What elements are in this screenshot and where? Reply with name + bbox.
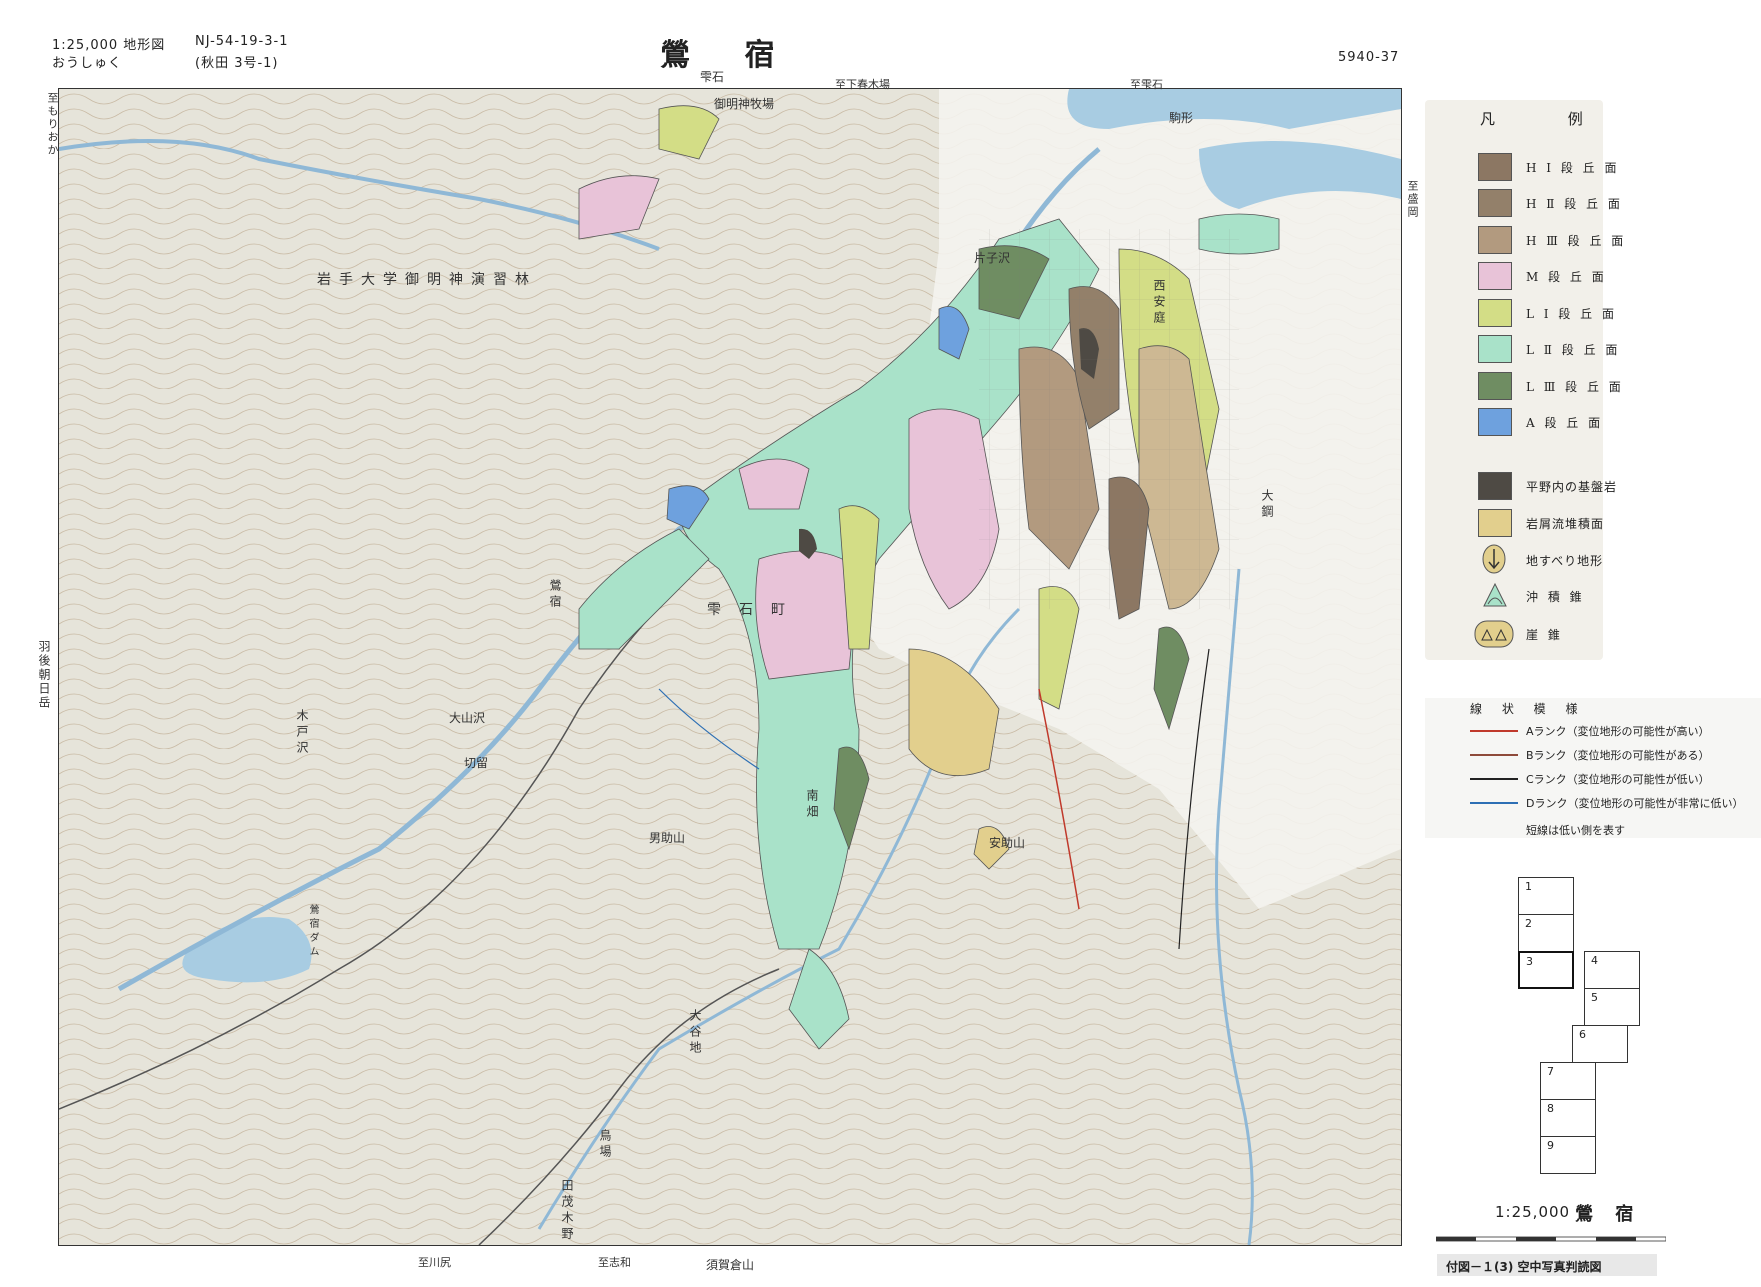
place-stream-1: 大山沢 (449, 711, 486, 725)
map-scale-label: 1:25,000 地形図 (52, 38, 166, 53)
place-mountain-2: 安助山 (989, 836, 1026, 850)
place-south: 南畑 (805, 789, 819, 821)
edge-top-mid: 至下春木場 (835, 78, 890, 91)
legend-swatch-a (1478, 408, 1512, 436)
map-canvas (58, 89, 1401, 1246)
talus-cone-icon (1474, 620, 1514, 652)
place-area-1: 切留 (464, 756, 489, 770)
lineament-note: 短線は低い側を表す (1526, 824, 1625, 837)
index-cell-8[interactable]: 8 (1540, 1099, 1596, 1137)
footer-scale: 1:25,000 (1495, 1203, 1571, 1221)
place-village: 鶯宿 (548, 579, 562, 611)
edge-top-right: 至雫石 (1130, 78, 1163, 91)
scale-bar (1435, 1228, 1667, 1242)
lineament-swatch-c (1470, 778, 1518, 780)
place-lake: 鶯宿ダム (307, 904, 318, 960)
place-area-6: 西安庭 (1152, 279, 1166, 327)
edge-right: 至盛岡 (1406, 180, 1419, 219)
legend-label-alluvial-cone: 沖 積 錐 (1526, 590, 1585, 604)
index-cell-1[interactable]: 1 (1518, 877, 1574, 915)
legend-swatch-talus (1478, 509, 1512, 537)
place-area-5: 片子沢 (974, 251, 1011, 265)
legend-label-hiii: H Ⅲ 段 丘 面 (1526, 234, 1627, 248)
map-sub-code: (秋田 3号-1) (195, 56, 279, 71)
lineament-label-d: Dランク（変位地形の可能性が非常に低い） (1526, 797, 1744, 810)
legend-label-li: L Ⅰ 段 丘 面 (1526, 307, 1617, 321)
place-mountain-1: 男助山 (649, 831, 686, 845)
legend-swatch-m (1478, 262, 1512, 290)
place-forest: 岩手大学御明神演習林 (317, 272, 537, 288)
lineament-swatch-d (1470, 802, 1518, 804)
place-area-4: 田茂木野 (560, 1179, 574, 1243)
index-cell-6[interactable]: 6 (1572, 1025, 1628, 1063)
edge-bottom-left: 至川尻 (418, 1256, 451, 1269)
footer-name: 鶯 宿 (1575, 1204, 1642, 1225)
legend-label-talus: 岩屑流堆積面 (1526, 517, 1605, 531)
lineament-swatch-a (1470, 730, 1518, 732)
index-cell-2[interactable]: 2 (1518, 914, 1574, 952)
sheet-number: 5940-37 (1338, 50, 1400, 65)
legend-label-lii: L Ⅱ 段 丘 面 (1526, 343, 1621, 357)
alluvial-cone-icon (1480, 580, 1510, 614)
legend-label-hii: H Ⅱ 段 丘 面 (1526, 197, 1623, 211)
field-grid (979, 229, 1239, 609)
edge-top-center: 雫石 (700, 70, 725, 84)
legend-swatch-hii (1478, 189, 1512, 217)
legend-label-landslide: 地すべり地形 (1526, 554, 1604, 568)
index-cell-7[interactable]: 7 (1540, 1062, 1596, 1100)
legend-label-liii: L Ⅲ 段 丘 面 (1526, 380, 1624, 394)
place-town: 雫石町 (707, 602, 803, 618)
place-area-3: 鳥場 (598, 1129, 612, 1161)
legend-swatch-liii (1478, 372, 1512, 400)
edge-bottom-mid: 至志和 (598, 1256, 631, 1269)
figure-caption: 付図－１(3) 空中写真判読図 (1446, 1260, 1602, 1274)
lineament-swatch-b (1470, 754, 1518, 756)
map-code: NJ-54-19-3-1 (195, 34, 289, 49)
legend-swatch-lii (1478, 335, 1512, 363)
legend-swatch-hi (1478, 153, 1512, 181)
place-area-8: 駒形 (1169, 111, 1194, 125)
legend-label-bedrock: 平野内の基盤岩 (1526, 480, 1618, 494)
lineament-label-c: Cランク（変位地形の可能性が低い） (1526, 773, 1710, 786)
landslide-icon (1481, 543, 1507, 579)
legend-swatch-hiii (1478, 226, 1512, 254)
legend-label-m: M 段 丘 面 (1526, 270, 1607, 284)
legend-swatch-li (1478, 299, 1512, 327)
legend-label-a: A 段 丘 面 (1526, 416, 1604, 430)
legend-label-talus-cone: 崖 錐 (1526, 628, 1563, 642)
edge-left-mid: 羽後朝日岳 (37, 640, 51, 710)
lineament-legend-panel (1425, 698, 1761, 838)
map-title: 鶯 宿 (660, 38, 797, 73)
lineament-label-b: Bランク（変位地形の可能性がある） (1526, 749, 1710, 762)
index-cell-4[interactable]: 4 (1584, 951, 1640, 989)
lineament-label-a: Aランク（変位地形の可能性が高い） (1526, 725, 1710, 738)
edge-bottom-center: 須賀倉山 (706, 1258, 755, 1272)
lineament-legend-title: 線 状 模 様 (1470, 702, 1586, 716)
place-area-7: 大鋼 (1260, 489, 1274, 521)
legend-title: 凡 例 (1480, 110, 1617, 128)
place-stream-2: 木戸沢 (295, 709, 309, 757)
edge-top-left: 至もりおか (46, 92, 59, 157)
legend-label-hi: H Ⅰ 段 丘 面 (1526, 161, 1620, 175)
place-river-1: 御明神牧場 (714, 97, 775, 111)
place-area-2: 大谷地 (688, 1009, 702, 1057)
map-area[interactable]: 岩手大学御明神演習林 雫石町 鶯宿 男助山 安助山 南畑 大山沢 木戸沢 切留 … (58, 88, 1402, 1246)
legend-swatch-bedrock (1478, 472, 1512, 500)
index-cell-3-current[interactable]: 3 (1518, 951, 1574, 989)
index-cell-9[interactable]: 9 (1540, 1136, 1596, 1174)
map-reading-label: おうしゅく (52, 56, 123, 71)
index-cell-5[interactable]: 5 (1584, 988, 1640, 1026)
